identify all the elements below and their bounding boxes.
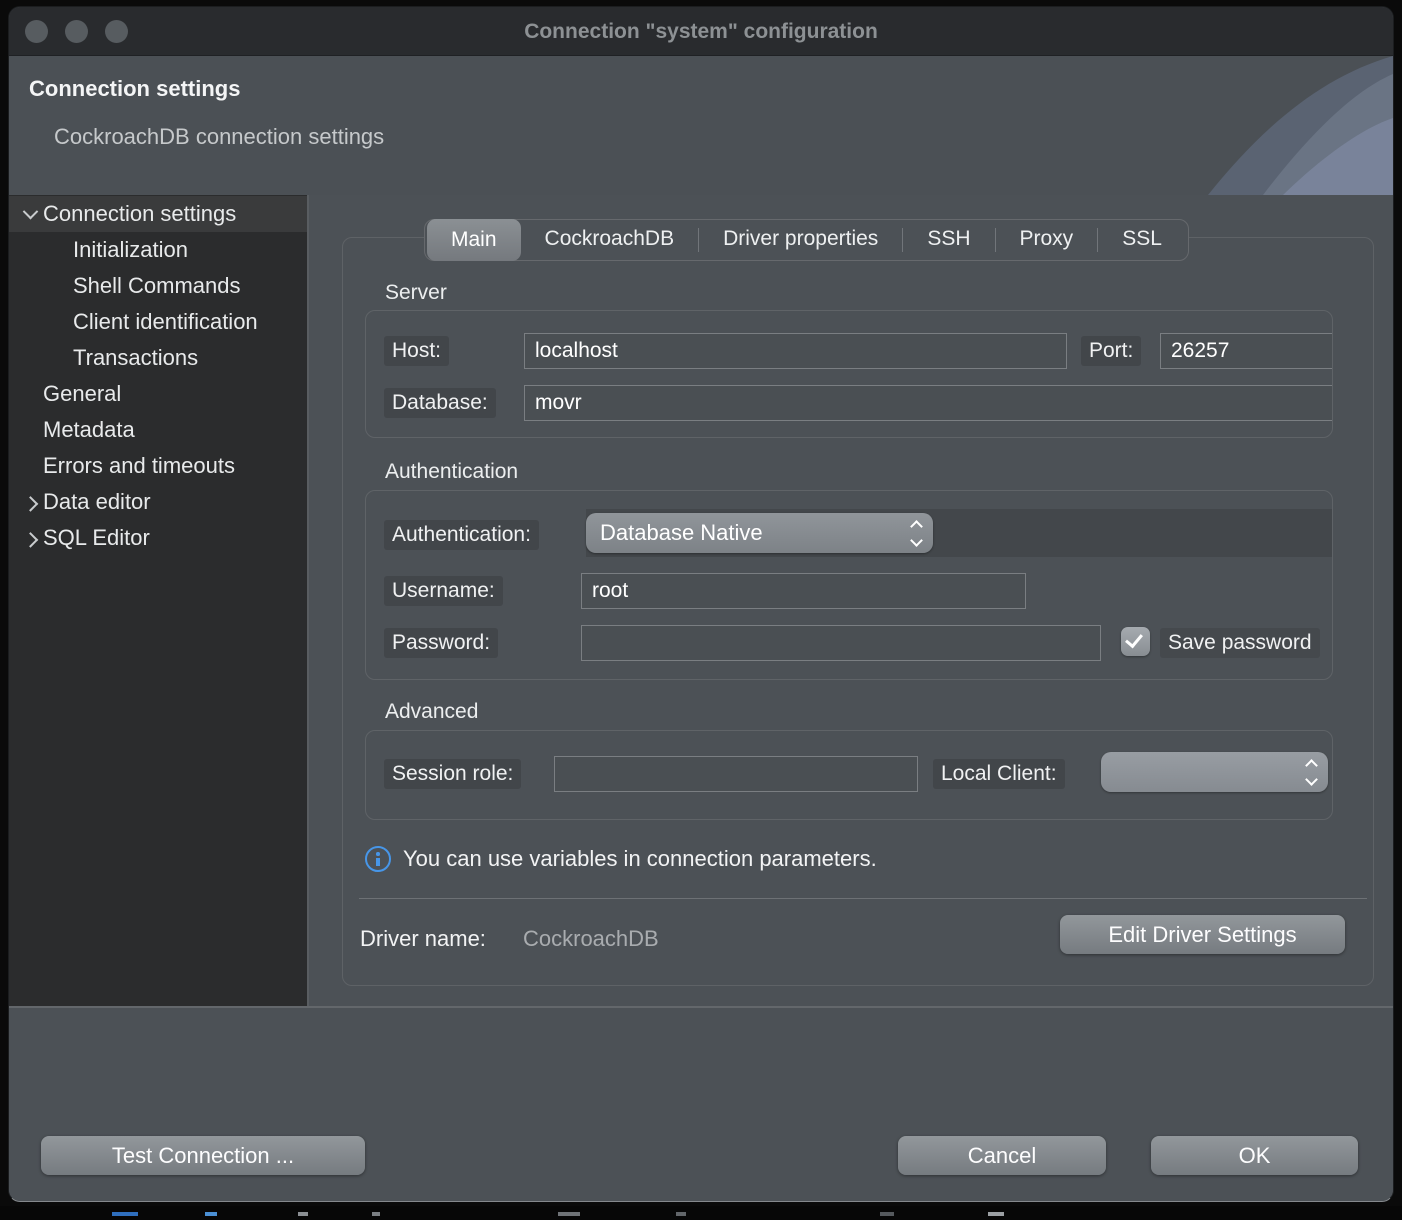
select-chevrons-icon: [912, 522, 921, 545]
port-input[interactable]: [1160, 333, 1333, 369]
sidebar-item-label: Metadata: [43, 417, 135, 443]
sidebar-item-general[interactable]: General: [9, 376, 307, 412]
password-label: Password:: [384, 628, 498, 658]
tab-main[interactable]: Main: [427, 219, 521, 261]
local-client-select[interactable]: [1101, 752, 1328, 792]
connection-configuration-dialog: Connection "system" configuration Connec…: [8, 6, 1394, 1202]
database-input[interactable]: [524, 385, 1333, 421]
sidebar-item-errors-and-timeouts[interactable]: Errors and timeouts: [9, 448, 307, 484]
chevron-right-icon[interactable]: [17, 497, 43, 508]
server-section-label: Server: [385, 281, 447, 305]
sidebar-item-client-identification[interactable]: Client identification: [9, 304, 307, 340]
sidebar-item-connection-settings[interactable]: Connection settings: [9, 196, 307, 232]
tab-driver-properties[interactable]: Driver properties: [699, 219, 902, 261]
server-groupbox: Host: Port: Database:: [365, 310, 1333, 438]
select-chevrons-icon: [1307, 761, 1316, 784]
desktop-sliver-fragment: [298, 1212, 308, 1216]
sidebar-item-label: Transactions: [73, 345, 198, 371]
host-input[interactable]: [524, 333, 1067, 369]
host-label: Host:: [384, 336, 449, 366]
desktop-sliver: [0, 1206, 1402, 1220]
main-content: MainCockroachDBDriver propertiesSSHProxy…: [309, 195, 1393, 1006]
sidebar-tree: Connection settings Initialization Shell C…: [9, 195, 309, 1006]
ok-button[interactable]: OK: [1151, 1136, 1358, 1175]
screen: Connection "system" configuration Connec…: [0, 0, 1402, 1220]
authentication-groupbox: Authentication: Database Native Username…: [365, 490, 1333, 680]
database-label: Database:: [384, 388, 496, 418]
page-subtitle: CockroachDB connection settings: [54, 124, 384, 150]
authentication-label: Authentication:: [384, 520, 539, 550]
sidebar-item-label: General: [43, 381, 121, 407]
desktop-sliver-fragment: [112, 1212, 138, 1216]
session-role-label: Session role:: [384, 759, 521, 789]
desktop-sliver-fragment: [880, 1212, 894, 1216]
sidebar-item-data-editor[interactable]: Data editor: [9, 484, 307, 520]
sidebar-item-metadata[interactable]: Metadata: [9, 412, 307, 448]
desktop-sliver-fragment: [676, 1212, 686, 1216]
sidebar-item-label: Errors and timeouts: [43, 453, 235, 479]
test-connection-button[interactable]: Test Connection ...: [41, 1136, 365, 1175]
advanced-section-label: Advanced: [385, 700, 478, 724]
sidebar-item-label: Initialization: [73, 237, 188, 263]
main-tab-panel: Server Host: Port: Database: Authenticat…: [342, 237, 1374, 986]
chevron-down-icon[interactable]: [17, 209, 43, 220]
tab-bar: MainCockroachDBDriver propertiesSSHProxy…: [424, 219, 1189, 261]
local-client-label: Local Client:: [933, 759, 1065, 789]
sidebar-item-label: Data editor: [43, 489, 151, 515]
info-message: You can use variables in connection para…: [403, 846, 877, 872]
dialog-header: Connection settings CockroachDB connecti…: [9, 56, 1393, 195]
decorative-swoosh: [1113, 56, 1393, 195]
sidebar-item-shell-commands[interactable]: Shell Commands: [9, 268, 307, 304]
sidebar-item-initialization[interactable]: Initialization: [9, 232, 307, 268]
sidebar-item-label: Connection settings: [43, 201, 236, 227]
sidebar-item-label: Client identification: [73, 309, 258, 335]
desktop-sliver-fragment: [372, 1212, 380, 1216]
username-label: Username:: [384, 576, 503, 606]
page-title: Connection settings: [29, 76, 240, 102]
sidebar-item-transactions[interactable]: Transactions: [9, 340, 307, 376]
tab-ssl[interactable]: SSL: [1098, 219, 1186, 261]
advanced-groupbox: Session role: Local Client:: [365, 730, 1333, 820]
dialog-body: Connection settings Initialization Shell C…: [9, 195, 1393, 1008]
sidebar-item-label: Shell Commands: [73, 273, 241, 299]
port-label: Port:: [1081, 336, 1141, 366]
checkmark-icon: [1125, 630, 1143, 649]
edit-driver-settings-button[interactable]: Edit Driver Settings: [1060, 915, 1345, 954]
desktop-sliver-fragment: [205, 1212, 217, 1216]
save-password-label: Save password: [1160, 628, 1320, 658]
chevron-right-icon[interactable]: [17, 533, 43, 544]
desktop-sliver-fragment: [988, 1212, 1004, 1216]
cancel-button[interactable]: Cancel: [898, 1136, 1106, 1175]
username-input[interactable]: [581, 573, 1026, 609]
save-password-checkbox[interactable]: [1121, 627, 1150, 656]
session-role-input[interactable]: [554, 756, 918, 792]
tab-proxy[interactable]: Proxy: [996, 219, 1098, 261]
authentication-select-value: Database Native: [600, 520, 763, 546]
desktop-sliver-fragment: [558, 1212, 580, 1216]
tab-cockroachdb[interactable]: CockroachDB: [521, 219, 699, 261]
authentication-select[interactable]: Database Native: [586, 513, 933, 553]
tab-ssh[interactable]: SSH: [903, 219, 994, 261]
info-icon: [365, 846, 391, 872]
dialog-footer: Test Connection ... Cancel OK: [9, 1008, 1393, 1201]
sidebar-item-label: SQL Editor: [43, 525, 150, 551]
titlebar: Connection "system" configuration: [9, 7, 1393, 56]
driver-name-value: CockroachDB: [523, 926, 659, 952]
window-title: Connection "system" configuration: [9, 7, 1393, 56]
driver-name-label: Driver name:: [360, 926, 486, 952]
password-input[interactable]: [581, 625, 1101, 661]
sidebar-item-sql-editor[interactable]: SQL Editor: [9, 520, 307, 556]
panel-divider: [359, 898, 1367, 899]
authentication-section-label: Authentication: [385, 460, 518, 484]
